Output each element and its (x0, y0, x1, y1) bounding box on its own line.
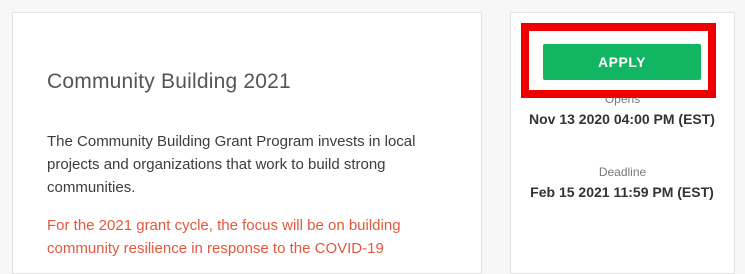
grant-description: The Community Building Grant Program inv… (47, 133, 416, 196)
grant-focus-text: For the 2021 grant cycle, the focus will… (47, 217, 401, 257)
deadline-value: Feb 15 2021 11:59 PM (EST) (530, 184, 714, 200)
grant-title: Community Building 2021 (47, 70, 291, 93)
highlight-box (521, 23, 716, 98)
deadline-label: Deadline (598, 165, 647, 179)
opens-value: Nov 13 2020 04:00 PM (EST) (529, 111, 715, 127)
